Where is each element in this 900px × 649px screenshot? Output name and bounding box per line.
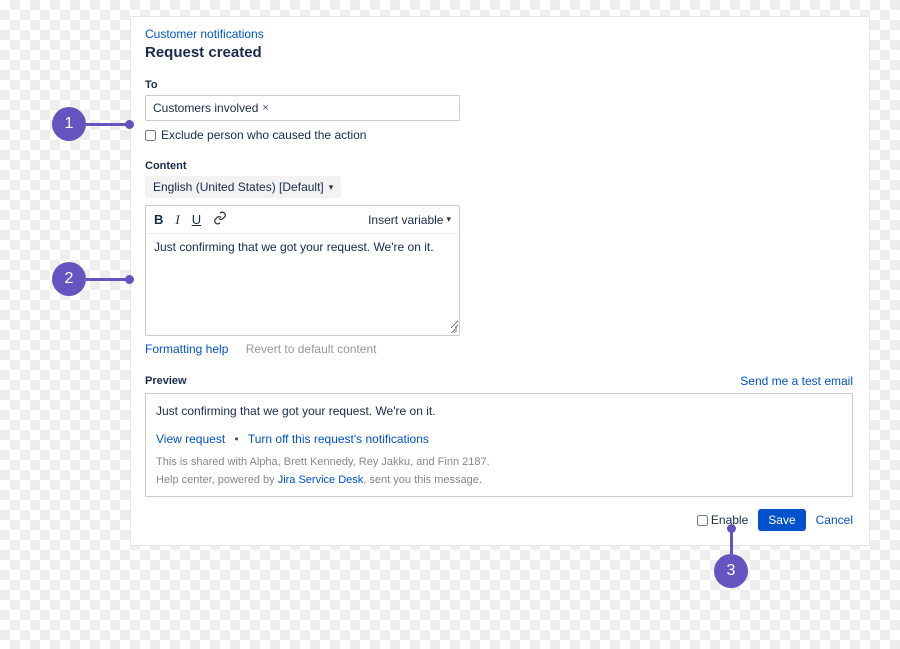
send-test-email-link[interactable]: Send me a test email — [740, 374, 853, 388]
footer-actions: Enable Save Cancel — [145, 509, 853, 531]
save-button[interactable]: Save — [758, 509, 805, 531]
view-request-link[interactable]: View request — [156, 432, 225, 446]
resize-handle-icon[interactable] — [146, 329, 459, 335]
language-select[interactable]: English (United States) [Default] ▾ — [145, 176, 341, 198]
language-value: English (United States) [Default] — [153, 180, 324, 194]
separator-dot: • — [235, 432, 239, 446]
page-title: Request created — [145, 44, 853, 61]
content-label: Content — [145, 160, 853, 172]
preview-actions: View request • Turn off this request's n… — [156, 432, 842, 446]
preview-header: Preview Send me a test email — [145, 374, 853, 388]
preview-footer-text: Help center, powered by Jira Service Des… — [156, 474, 842, 486]
to-label: To — [145, 79, 853, 91]
editor-textarea[interactable]: Just confirming that we got your request… — [146, 234, 459, 329]
callout-1: 1 — [52, 107, 86, 141]
italic-button[interactable]: I — [175, 212, 179, 228]
preview-label: Preview — [145, 375, 187, 387]
notification-editor-panel: Customer notifications Request created T… — [130, 16, 870, 546]
editor-toolbar: B I U Insert variable ▾ — [146, 206, 459, 234]
remove-chip-icon[interactable]: × — [262, 102, 268, 114]
breadcrumb[interactable]: Customer notifications — [145, 27, 853, 41]
recipient-chip[interactable]: Customers involved × — [151, 100, 271, 116]
jira-service-desk-link[interactable]: Jira Service Desk — [278, 474, 364, 486]
editor-footer-links: Formatting help Revert to default conten… — [145, 342, 853, 356]
revert-content-button[interactable]: Revert to default content — [246, 342, 377, 356]
turn-off-notifications-link[interactable]: Turn off this request's notifications — [248, 432, 429, 446]
exclude-person-row[interactable]: Exclude person who caused the action — [145, 128, 853, 142]
chevron-down-icon: ▾ — [446, 214, 451, 225]
preview-shared-text: This is shared with Alpha, Brett Kennedy… — [156, 456, 842, 468]
toolbar-format-group: B I U — [154, 211, 227, 228]
link-icon[interactable] — [213, 211, 227, 228]
exclude-person-checkbox[interactable] — [145, 130, 156, 141]
enable-checkbox[interactable] — [697, 515, 708, 526]
preview-body: Just confirming that we got your request… — [156, 404, 842, 418]
exclude-person-label: Exclude person who caused the action — [161, 128, 366, 142]
callout-3: 3 — [714, 554, 748, 588]
callout-3-connector — [730, 528, 733, 554]
preview-box: Just confirming that we got your request… — [145, 393, 853, 497]
callout-2-connector — [86, 278, 130, 281]
recipient-chip-label: Customers involved — [153, 101, 258, 115]
underline-button[interactable]: U — [192, 212, 201, 227]
cancel-button[interactable]: Cancel — [816, 513, 853, 527]
insert-variable-label: Insert variable — [368, 213, 443, 227]
help-center-prefix: Help center, powered by — [156, 474, 278, 486]
formatting-help-link[interactable]: Formatting help — [145, 342, 228, 356]
chevron-down-icon: ▾ — [329, 182, 334, 193]
enable-row[interactable]: Enable — [697, 513, 748, 527]
content-editor: B I U Insert variable ▾ Just confirming … — [145, 205, 460, 336]
insert-variable-button[interactable]: Insert variable ▾ — [368, 213, 451, 227]
callout-1-connector — [86, 123, 130, 126]
to-field[interactable]: Customers involved × — [145, 95, 460, 121]
help-center-suffix: , sent you this message. — [363, 474, 482, 486]
bold-button[interactable]: B — [154, 212, 163, 227]
callout-2: 2 — [52, 262, 86, 296]
